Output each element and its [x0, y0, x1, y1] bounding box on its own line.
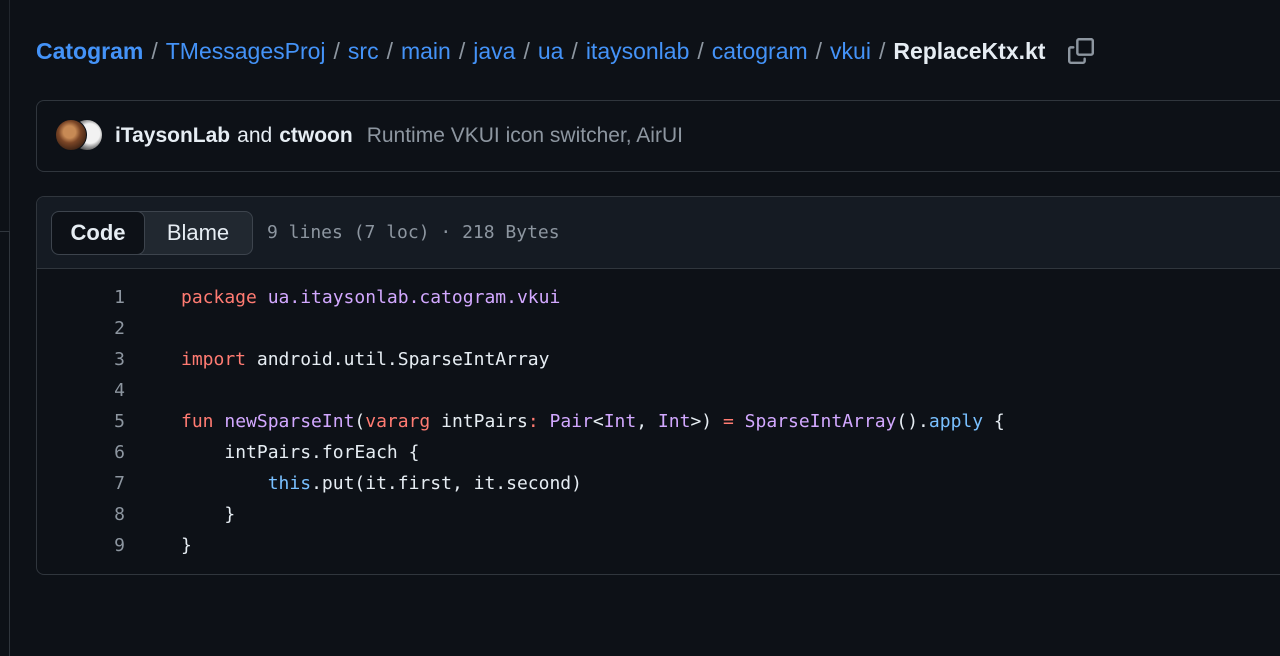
breadcrumb-separator: /	[697, 37, 704, 64]
breadcrumb-link[interactable]: java	[473, 38, 515, 65]
code-text: fun newSparseInt(vararg intPairs: Pair<I…	[181, 411, 1005, 432]
code-text: this.put(it.first, it.second)	[181, 473, 582, 494]
breadcrumb-link[interactable]: main	[401, 38, 451, 65]
code-text: intPairs.forEach {	[181, 442, 419, 463]
punctuation: ,	[636, 411, 658, 432]
punctuation: }	[224, 504, 236, 525]
keyword: fun	[181, 411, 214, 432]
method-name: apply	[928, 411, 984, 432]
punctuation: <	[592, 411, 604, 432]
code-line: 5 fun newSparseInt(vararg intPairs: Pair…	[37, 406, 1280, 437]
line-number[interactable]: 3	[37, 349, 125, 370]
file-info: 9 lines (7 loc) · 218 Bytes	[267, 222, 560, 243]
keyword: vararg	[365, 411, 431, 432]
package-name: ua.itaysonlab.catogram.vkui	[267, 287, 561, 308]
function-name: newSparseInt	[224, 411, 355, 432]
breadcrumb-link[interactable]: itaysonlab	[586, 38, 690, 65]
commit-avatars[interactable]	[55, 119, 105, 153]
operator: =	[722, 411, 734, 432]
breadcrumb: Catogram / TMessagesProj / src / main / …	[36, 34, 1095, 68]
copy-icon	[1068, 38, 1095, 64]
latest-commit-bar: iTaysonLab and ctwoon Runtime VKUI icon …	[36, 100, 1280, 172]
file-viewer: Code Blame 9 lines (7 loc) · 218 Bytes 1…	[36, 196, 1280, 575]
code-text: }	[181, 504, 235, 525]
tab-code[interactable]: Code	[52, 211, 145, 254]
code-statement: intPairs.forEach {	[224, 442, 420, 463]
code-text: import android.util.SparseIntArray	[181, 349, 549, 370]
code-line: 3 import android.util.SparseIntArray	[37, 344, 1280, 375]
punctuation: }	[181, 535, 192, 556]
keyword: this	[267, 473, 312, 494]
line-number[interactable]: 4	[37, 380, 125, 401]
code-line: 7 this.put(it.first, it.second)	[37, 468, 1280, 499]
line-number[interactable]: 9	[37, 535, 125, 556]
breadcrumb-link[interactable]: ua	[538, 38, 564, 65]
breadcrumb-link[interactable]: TMessagesProj	[166, 38, 326, 65]
keyword: import	[181, 349, 247, 370]
code-text: package ua.itaysonlab.catogram.vkui	[181, 287, 560, 308]
breadcrumb-link[interactable]: vkui	[830, 38, 871, 65]
param-name: intPairs	[441, 411, 528, 432]
commit-coauthor-link[interactable]: ctwoon	[279, 124, 353, 148]
line-number[interactable]: 5	[37, 411, 125, 432]
sidebar-divider	[9, 232, 10, 656]
tab-blame[interactable]: Blame	[144, 212, 252, 254]
breadcrumb-separator: /	[386, 37, 393, 64]
breadcrumb-separator: /	[333, 37, 340, 64]
line-number[interactable]: 1	[37, 287, 125, 308]
breadcrumb-separator: /	[571, 37, 578, 64]
commit-and-text: and	[237, 124, 273, 147]
page: Catogram / TMessagesProj / src / main / …	[0, 0, 1280, 656]
copy-path-button[interactable]	[1067, 37, 1095, 65]
punctuation: (	[354, 411, 366, 432]
breadcrumb-separator: /	[151, 37, 158, 64]
code-line: 4	[37, 375, 1280, 406]
type-name: Pair	[549, 411, 593, 432]
file-header: Code Blame 9 lines (7 loc) · 218 Bytes	[37, 197, 1280, 269]
breadcrumb-separator: /	[815, 37, 823, 64]
punctuation: {	[993, 411, 1005, 432]
code-line: 9 }	[37, 530, 1280, 561]
type-name: Int	[603, 411, 637, 432]
code-line: 1 package ua.itaysonlab.catogram.vkui	[37, 282, 1280, 313]
type-name: Int	[657, 411, 691, 432]
commit-author-link[interactable]: iTaysonLab	[115, 124, 230, 148]
code-line: 8 }	[37, 499, 1280, 530]
code-line: 2	[37, 313, 1280, 344]
sidebar-divider	[9, 0, 10, 232]
breadcrumb-current-file: ReplaceKtx.kt	[893, 37, 1046, 64]
line-number[interactable]: 7	[37, 473, 125, 494]
code-statement: .put(it.first, it.second)	[311, 473, 582, 494]
breadcrumb-separator: /	[523, 37, 530, 64]
avatar[interactable]	[55, 119, 87, 151]
punctuation: ().	[896, 411, 929, 432]
line-number[interactable]: 8	[37, 504, 125, 525]
view-mode-toggle: Code Blame	[51, 210, 253, 255]
commit-message-link[interactable]: Runtime VKUI icon switcher, AirUI	[367, 124, 683, 148]
breadcrumb-link-repo[interactable]: Catogram	[36, 38, 143, 65]
code-line: 6 intPairs.forEach {	[37, 437, 1280, 468]
sidebar-divider	[0, 231, 10, 232]
punctuation: >)	[690, 411, 713, 432]
import-path: android.util.SparseIntArray	[256, 349, 550, 370]
code-view[interactable]: 1 package ua.itaysonlab.catogram.vkui 2 …	[37, 269, 1280, 561]
breadcrumb-separator: /	[878, 37, 886, 64]
line-number[interactable]: 6	[37, 442, 125, 463]
breadcrumb-link[interactable]: src	[348, 38, 379, 65]
code-text: }	[181, 535, 192, 556]
operator: :	[527, 411, 539, 432]
breadcrumb-separator: /	[458, 37, 466, 64]
constructor-name: SparseIntArray	[744, 411, 897, 432]
keyword: package	[181, 287, 257, 308]
breadcrumb-link[interactable]: catogram	[712, 38, 808, 65]
line-number[interactable]: 2	[37, 318, 125, 339]
